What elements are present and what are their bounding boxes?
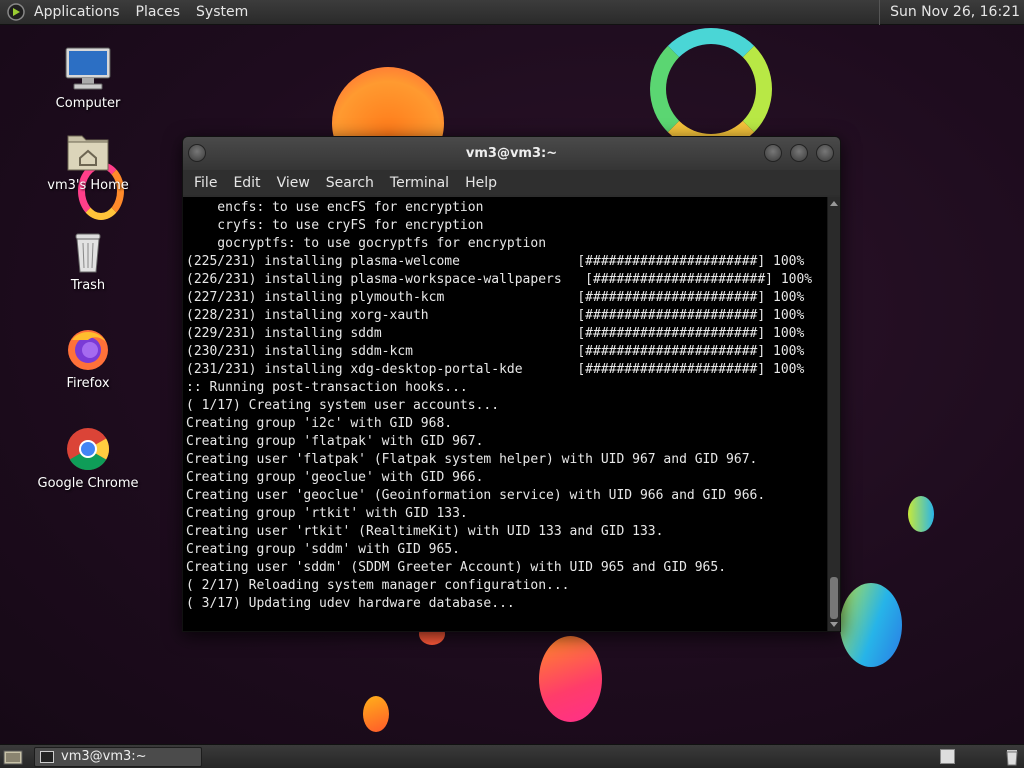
terminal-line: Creating group 'geoclue' with GID 966. bbox=[186, 470, 484, 485]
menu-terminal[interactable]: Terminal bbox=[382, 175, 457, 191]
terminal-line: Creating user 'sddm' (SDDM Greeter Accou… bbox=[186, 560, 727, 575]
wallpaper-ring bbox=[650, 28, 772, 150]
clock[interactable]: Sun Nov 26, 16:21 bbox=[879, 0, 1024, 25]
applications-menu[interactable]: Applications bbox=[26, 0, 128, 25]
taskbar-button-terminal[interactable]: vm3@vm3:~ bbox=[34, 747, 202, 767]
menu-edit[interactable]: Edit bbox=[225, 175, 268, 191]
desktop-icon-label: Google Chrome bbox=[37, 476, 139, 491]
scroll-up-arrow-icon[interactable] bbox=[830, 201, 838, 206]
chrome-icon bbox=[67, 428, 110, 471]
terminal-line: Creating user 'geoclue' (Geoinformation … bbox=[186, 488, 766, 503]
places-menu[interactable]: Places bbox=[128, 0, 189, 25]
desktop-icon-label: vm3's Home bbox=[47, 178, 129, 193]
desktop-icon-label: Trash bbox=[70, 278, 106, 293]
close-button[interactable] bbox=[816, 144, 834, 162]
terminal-line: Creating group 'sddm' with GID 965. bbox=[186, 542, 460, 557]
terminal-line: (229/231) installing sddm [#############… bbox=[186, 326, 805, 341]
system-menu[interactable]: System bbox=[188, 0, 256, 25]
applications-menu-icon[interactable] bbox=[6, 2, 26, 22]
desktop-icon-home[interactable]: vm3's Home bbox=[28, 128, 148, 193]
terminal-line: (227/231) installing plymouth-kcm [#####… bbox=[186, 290, 805, 305]
scroll-down-arrow-icon[interactable] bbox=[830, 622, 838, 627]
show-desktop-icon[interactable] bbox=[3, 748, 23, 766]
terminal-line: Creating group 'flatpak' with GID 967. bbox=[186, 434, 484, 449]
wallpaper-cyan-ball bbox=[908, 496, 934, 532]
bottom-panel: vm3@vm3:~ bbox=[0, 744, 1024, 768]
desktop-icon-label: Firefox bbox=[66, 376, 110, 391]
home-folder-icon bbox=[67, 135, 109, 171]
wallpaper-pink-ball bbox=[539, 636, 602, 722]
trash-applet-icon[interactable] bbox=[1004, 748, 1020, 766]
desktop-icon-firefox[interactable]: Firefox bbox=[28, 326, 148, 391]
terminal-line: cryfs: to use cryFS for encryption bbox=[186, 218, 484, 233]
firefox-icon bbox=[68, 330, 108, 370]
terminal-scrollbar[interactable] bbox=[827, 197, 840, 631]
terminal-line: encfs: to use encFS for encryption bbox=[186, 200, 484, 215]
workspace-switcher[interactable] bbox=[940, 749, 955, 764]
wallpaper-blue-ball bbox=[840, 583, 902, 667]
terminal-line: Creating user 'rtkit' (RealtimeKit) with… bbox=[186, 524, 664, 539]
terminal-output[interactable]: encfs: to use encFS for encryption cryfs… bbox=[183, 197, 828, 631]
terminal-line: (228/231) installing xorg-xauth [#######… bbox=[186, 308, 805, 323]
terminal-titlebar[interactable]: vm3@vm3:~ bbox=[183, 137, 840, 170]
trash-icon bbox=[75, 233, 101, 273]
scrollbar-thumb[interactable] bbox=[830, 577, 838, 619]
terminal-line: ( 1/17) Creating system user accounts... bbox=[186, 398, 500, 413]
window-title: vm3@vm3:~ bbox=[465, 146, 558, 161]
terminal-line: (226/231) installing plasma-workspace-wa… bbox=[186, 272, 813, 287]
wallpaper-tiny-ball bbox=[363, 696, 389, 732]
desktop-icon-trash[interactable]: Trash bbox=[28, 228, 148, 293]
terminal-line: (225/231) installing plasma-welcome [###… bbox=[186, 254, 805, 269]
maximize-button[interactable] bbox=[790, 144, 808, 162]
terminal-line: ( 2/17) Reloading system manager configu… bbox=[186, 578, 570, 593]
terminal-line: :: Running post-transaction hooks... bbox=[186, 380, 468, 395]
window-menu-button[interactable] bbox=[188, 144, 206, 162]
terminal-line: gocryptfs: to use gocryptfs for encrypti… bbox=[186, 236, 547, 251]
desktop-icon-label: Computer bbox=[55, 96, 121, 111]
top-panel: Applications Places System Sun Nov 26, 1… bbox=[0, 0, 1024, 25]
terminal-line: (231/231) installing xdg-desktop-portal-… bbox=[186, 362, 805, 377]
menu-help[interactable]: Help bbox=[457, 175, 505, 191]
taskbar-button-label: vm3@vm3:~ bbox=[61, 749, 147, 764]
terminal-line: Creating user 'flatpak' (Flatpak system … bbox=[186, 452, 758, 467]
desktop-icon-computer[interactable]: Computer bbox=[28, 46, 148, 111]
desktop-icon-chrome[interactable]: Google Chrome bbox=[28, 426, 148, 491]
menu-search[interactable]: Search bbox=[318, 175, 382, 191]
menu-view[interactable]: View bbox=[269, 175, 318, 191]
menu-file[interactable]: File bbox=[186, 175, 225, 191]
terminal-line: Creating group 'rtkit' with GID 133. bbox=[186, 506, 468, 521]
minimize-button[interactable] bbox=[764, 144, 782, 162]
terminal-icon bbox=[40, 751, 54, 763]
terminal-window[interactable]: vm3@vm3:~ File Edit View Search Terminal… bbox=[182, 136, 841, 632]
terminal-line: Creating group 'i2c' with GID 968. bbox=[186, 416, 453, 431]
terminal-line: (230/231) installing sddm-kcm [#########… bbox=[186, 344, 805, 359]
computer-icon bbox=[65, 47, 111, 90]
terminal-line: ( 3/17) Updating udev hardware database.… bbox=[186, 596, 515, 611]
terminal-menubar: File Edit View Search Terminal Help bbox=[183, 170, 840, 195]
